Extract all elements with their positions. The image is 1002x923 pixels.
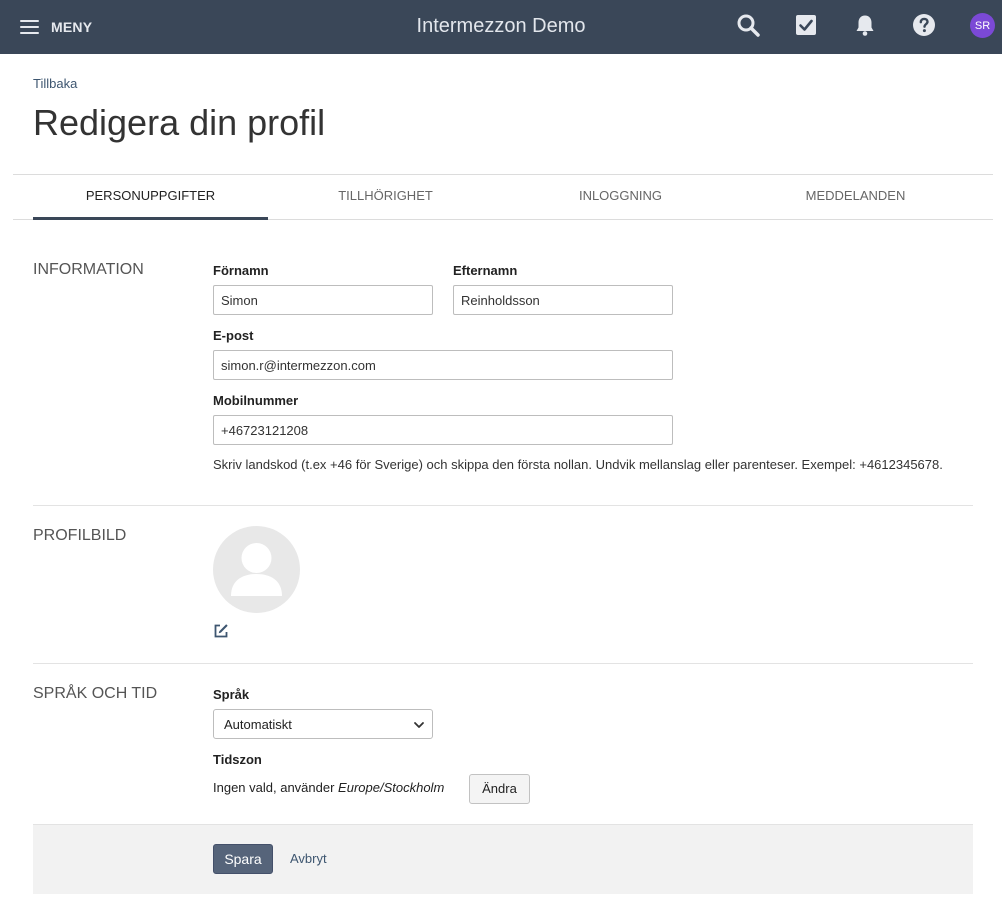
mobile-label: Mobilnummer [213, 393, 299, 408]
timezone-value: Europe/Stockholm [338, 780, 445, 795]
language-time-section-title: SPRÅK OCH TID [33, 685, 158, 702]
first-name-label: Förnamn [213, 263, 269, 278]
timezone-label: Tidszon [213, 752, 262, 767]
language-select[interactable]: Automatiskt [213, 709, 433, 739]
tasks-check-icon[interactable] [793, 12, 819, 38]
cancel-link[interactable]: Avbryt [290, 851, 327, 866]
menu-label: MENY [51, 19, 93, 35]
section-divider [33, 505, 973, 506]
language-selected-value: Automatiskt [224, 717, 292, 732]
mobile-help-text: Skriv landskod (t.ex +46 för Sverige) oc… [213, 457, 943, 472]
bell-icon[interactable] [852, 12, 878, 38]
menu-button[interactable]: MENY [20, 17, 92, 37]
tab-tillhorighet[interactable]: TILLHÖRIGHET [268, 175, 503, 220]
language-label: Språk [213, 687, 250, 702]
mobile-input[interactable] [213, 415, 673, 445]
chevron-down-icon [414, 722, 424, 728]
section-divider [33, 663, 973, 664]
page-title: Redigera din profil [33, 102, 326, 143]
profile-picture-section-title: PROFILBILD [33, 527, 127, 544]
help-icon[interactable] [911, 12, 937, 38]
user-avatar[interactable]: SR [970, 13, 995, 38]
form-footer [33, 824, 973, 894]
tab-meddelanden[interactable]: MEDDELANDEN [738, 175, 973, 220]
top-navigation-bar: MENY Intermezzon Demo SR [0, 0, 1002, 54]
tab-personuppgifter[interactable]: PERSONUPPGIFTER [33, 175, 268, 220]
information-section-title: INFORMATION [33, 261, 144, 278]
hamburger-icon [20, 20, 39, 34]
edit-icon[interactable] [213, 623, 229, 639]
last-name-input[interactable] [453, 285, 673, 315]
profile-tabs: PERSONUPPGIFTER TILLHÖRIGHET INLOGGNING … [13, 174, 993, 220]
profile-picture-placeholder [213, 526, 300, 613]
timezone-prefix: Ingen vald, använder [213, 780, 339, 795]
change-timezone-button[interactable]: Ändra [469, 774, 530, 804]
search-icon[interactable] [735, 12, 761, 38]
tab-inloggning[interactable]: INLOGGNING [503, 175, 738, 220]
person-silhouette-icon [231, 543, 282, 596]
timezone-text: Ingen vald, använder Europe/Stockholm [213, 780, 444, 795]
email-input[interactable] [213, 350, 673, 380]
save-button[interactable]: Spara [213, 844, 273, 874]
last-name-label: Efternamn [453, 263, 518, 278]
back-link[interactable]: Tillbaka [33, 76, 77, 91]
email-label: E-post [213, 328, 254, 343]
first-name-input[interactable] [213, 285, 433, 315]
